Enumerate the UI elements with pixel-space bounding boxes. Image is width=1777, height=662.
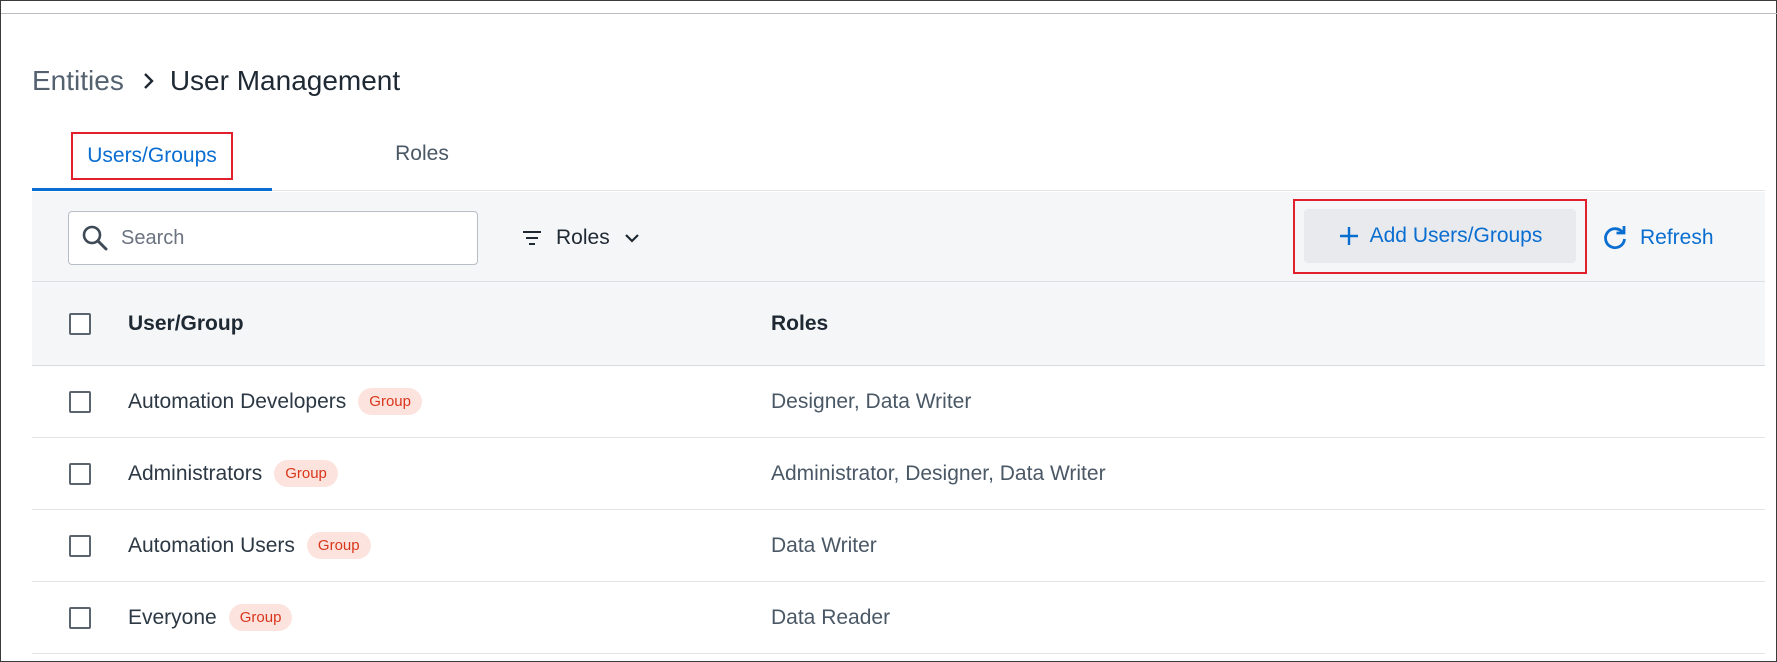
table-header: User/Group Roles: [32, 282, 1765, 366]
table-row[interactable]: Administrators Group Administrator, Desi…: [32, 438, 1765, 510]
group-badge: Group: [306, 532, 371, 559]
refresh-icon: [1602, 225, 1628, 251]
search-input[interactable]: [121, 226, 461, 250]
app-window: Entities User Management Users/Groups Ro…: [0, 0, 1777, 662]
page-title: User Management: [169, 65, 401, 96]
table-row[interactable]: Everyone Group Data Reader: [32, 582, 1765, 654]
roles-filter-dropdown[interactable]: Roles: [522, 214, 640, 262]
chevron-right-icon: [142, 71, 156, 91]
add-users-groups-button[interactable]: Add Users/Groups: [1304, 209, 1576, 263]
row-name-cell: Automation Users Group: [128, 532, 371, 559]
tab-bar: Users/Groups Roles: [32, 129, 1765, 191]
row-name-cell: Administrators Group: [128, 460, 338, 487]
tab-users-groups-label: Users/Groups: [71, 131, 233, 180]
roles-filter-label: Roles: [556, 226, 610, 249]
tab-roles-label: Roles: [395, 142, 449, 165]
filter-icon: [522, 230, 542, 246]
table-row[interactable]: Automation Developers Group Designer, Da…: [32, 366, 1765, 438]
tab-users-groups[interactable]: Users/Groups: [32, 129, 272, 191]
row-roles: Data Reader: [771, 605, 891, 629]
row-checkbox[interactable]: [69, 390, 91, 413]
row-name: Everyone: [128, 605, 217, 629]
tab-roles[interactable]: Roles: [322, 123, 522, 185]
group-badge: Group: [274, 460, 338, 487]
search-icon: [79, 222, 111, 254]
breadcrumb: Entities User Management: [32, 65, 400, 97]
header-user-group[interactable]: User/Group: [128, 312, 244, 336]
row-name-cell: Everyone Group: [128, 604, 293, 631]
refresh-label: Refresh: [1640, 226, 1714, 249]
plus-icon: [1338, 225, 1360, 247]
top-divider: [1, 13, 1777, 14]
refresh-button[interactable]: Refresh: [1602, 214, 1714, 262]
row-checkbox[interactable]: [69, 462, 91, 485]
group-badge: Group: [228, 604, 293, 631]
header-roles[interactable]: Roles: [771, 312, 828, 336]
table-row[interactable]: Automation Users Group Data Writer: [32, 510, 1765, 582]
row-name-cell: Automation Developers Group: [128, 388, 422, 415]
breadcrumb-entities[interactable]: Entities: [32, 65, 124, 97]
row-checkbox[interactable]: [69, 606, 91, 629]
toolbar: Roles Add Users/Groups Refresh: [32, 192, 1765, 282]
group-badge: Group: [358, 388, 422, 415]
chevron-down-icon: [624, 233, 640, 243]
select-all-checkbox[interactable]: [69, 312, 91, 335]
row-name: Automation Developers: [128, 389, 347, 413]
row-roles: Data Writer: [771, 533, 877, 557]
search-box[interactable]: [68, 211, 478, 265]
row-roles: Administrator, Designer, Data Writer: [771, 461, 1106, 485]
add-users-groups-label: Add Users/Groups: [1369, 224, 1543, 247]
users-groups-table: User/Group Roles Automation Developers G…: [32, 282, 1765, 654]
row-roles: Designer, Data Writer: [771, 389, 972, 413]
row-checkbox[interactable]: [69, 534, 91, 557]
row-name: Automation Users: [128, 533, 295, 557]
row-name: Administrators: [128, 461, 263, 485]
